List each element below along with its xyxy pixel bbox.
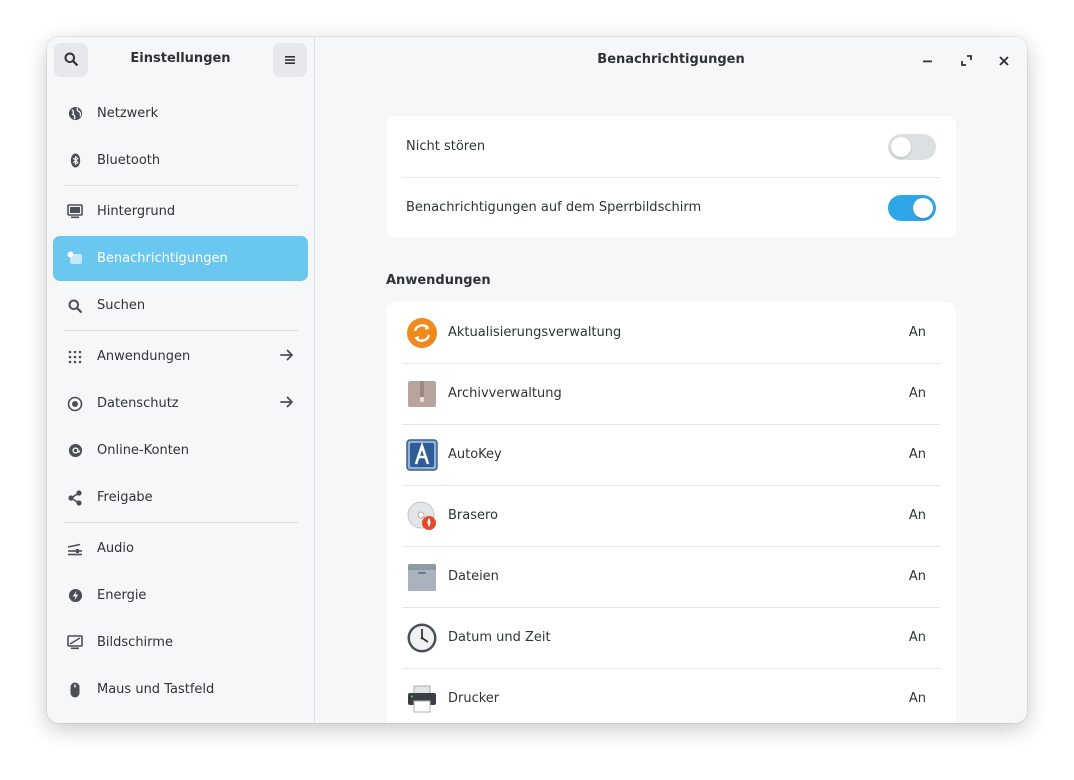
sidebar-item-label: Online-Konten [97, 443, 190, 458]
sidebar-item-label: Bildschirme [97, 635, 173, 650]
sidebar-item-label: Suchen [97, 298, 146, 313]
app-status: An [908, 447, 926, 462]
app-row[interactable]: Aktualisierungsverwaltung An [386, 302, 956, 363]
close-button[interactable] [995, 51, 1013, 69]
sidebar-item-label: Netzwerk [97, 106, 159, 121]
switch-knob [913, 198, 933, 218]
sidebar-item-anwendungen[interactable]: Anwendungen [53, 334, 308, 379]
notification-settings-card: Nicht stören Benachrichtigungen auf dem … [386, 116, 956, 238]
app-name: Aktualisierungsverwaltung [448, 325, 622, 340]
sidebar-item-bluetooth[interactable]: Bluetooth [53, 138, 308, 183]
app-status: An [908, 569, 926, 584]
sidebar-item-label: Audio [97, 541, 134, 556]
app-status: An [908, 691, 926, 706]
do-not-disturb-row[interactable]: Nicht stören [386, 116, 956, 177]
sidebar: Einstellungen Netzwerk Bluetooth Hinterg… [47, 37, 315, 723]
do-not-disturb-switch[interactable] [888, 134, 936, 160]
apps-list-card: Aktualisierungsverwaltung An Archivverwa… [386, 302, 956, 723]
display-icon [67, 635, 83, 651]
sidebar-item-label: Anwendungen [97, 349, 191, 364]
sidebar-item-freigabe[interactable]: Freigabe [53, 475, 308, 520]
app-row[interactable]: Dateien An [386, 546, 956, 607]
sidebar-item-benachrichtigungen[interactable]: Benachrichtigungen [53, 236, 308, 281]
sidebar-item-label: Energie [97, 588, 147, 603]
app-row[interactable]: Drucker An [386, 668, 956, 723]
app-name: Archivverwaltung [448, 386, 562, 401]
clock-icon [406, 622, 438, 654]
app-status: An [908, 325, 926, 340]
search-icon [67, 298, 83, 314]
sidebar-separator [64, 185, 298, 186]
privacy-icon [67, 396, 83, 412]
at-sign-icon [67, 443, 83, 459]
switch-knob [891, 137, 911, 157]
maximize-icon [960, 51, 972, 70]
printer-icon [406, 683, 438, 715]
mouse-icon [67, 682, 83, 698]
apps-section-title: Anwendungen [386, 273, 491, 288]
app-row[interactable]: Archivverwaltung An [386, 363, 956, 424]
app-row[interactable]: AutoKey An [386, 424, 956, 485]
sidebar-item-bildschirme[interactable]: Bildschirme [53, 620, 308, 665]
grid-apps-icon [67, 349, 83, 365]
main-menu-button[interactable] [273, 43, 307, 77]
app-name: Datum und Zeit [448, 630, 551, 645]
app-row[interactable]: Datum und Zeit An [386, 607, 956, 668]
power-bolt-icon [67, 588, 83, 604]
sidebar-item-audio[interactable]: Audio [53, 526, 308, 571]
share-icon [67, 489, 83, 506]
close-icon [999, 51, 1009, 70]
sidebar-item-hintergrund[interactable]: Hintergrund [53, 189, 308, 234]
app-status: An [908, 386, 926, 401]
audio-mixer-icon [67, 541, 83, 557]
app-name: AutoKey [448, 447, 502, 462]
sidebar-item-suchen[interactable]: Suchen [53, 283, 308, 328]
sidebar-item-label: Hintergrund [97, 204, 176, 219]
sidebar-item-maus-und-tastfeld[interactable]: Maus und Tastfeld [53, 667, 308, 712]
sidebar-item-label: Datenschutz [97, 396, 179, 411]
sidebar-item-netzwerk[interactable]: Netzwerk [53, 91, 308, 136]
sidebar-header: Einstellungen [47, 37, 314, 83]
archive-icon [406, 378, 438, 410]
autokey-icon [406, 438, 438, 471]
sidebar-item-label: Freigabe [97, 490, 153, 505]
notification-icon [67, 251, 83, 267]
minimize-button[interactable] [919, 51, 937, 69]
sidebar-item-energie[interactable]: Energie [53, 573, 308, 618]
settings-window: Einstellungen Netzwerk Bluetooth Hinterg… [47, 37, 1027, 723]
sidebar-item-label: Benachrichtigungen [97, 251, 228, 266]
app-name: Dateien [448, 569, 499, 584]
update-manager-icon [406, 317, 438, 349]
sidebar-item-datenschutz[interactable]: Datenschutz [53, 381, 308, 426]
app-row[interactable]: Brasero An [386, 485, 956, 546]
sidebar-item-label: Bluetooth [97, 153, 161, 168]
lock-screen-notifications-label: Benachrichtigungen auf dem Sperrbildschi… [406, 200, 702, 215]
app-status: An [908, 508, 926, 523]
arrow-right-icon [280, 348, 294, 366]
brasero-disc-icon [406, 500, 438, 532]
bluetooth-icon [67, 153, 83, 169]
lock-screen-notifications-switch[interactable] [888, 195, 936, 221]
do-not-disturb-label: Nicht stören [406, 139, 486, 154]
app-name: Drucker [448, 691, 500, 706]
folder-icon [406, 561, 438, 593]
sidebar-separator [64, 522, 298, 523]
monitor-wallpaper-icon [67, 204, 83, 220]
sidebar-item-label: Maus und Tastfeld [97, 682, 215, 697]
maximize-button[interactable] [957, 51, 975, 69]
arrow-right-icon [280, 395, 294, 413]
sidebar-separator [64, 330, 298, 331]
app-status: An [908, 630, 926, 645]
app-name: Brasero [448, 508, 499, 523]
minimize-icon [923, 51, 933, 70]
lock-screen-notifications-row[interactable]: Benachrichtigungen auf dem Sperrbildschi… [386, 177, 956, 238]
sidebar-item-online-konten[interactable]: Online-Konten [53, 428, 308, 473]
sidebar-list: Netzwerk Bluetooth Hintergrund Benachric [53, 91, 308, 714]
globe-icon [67, 106, 83, 122]
hamburger-menu-icon [284, 51, 296, 70]
main-panel: Benachrichtigungen Nicht stören Benachri… [315, 37, 1027, 723]
